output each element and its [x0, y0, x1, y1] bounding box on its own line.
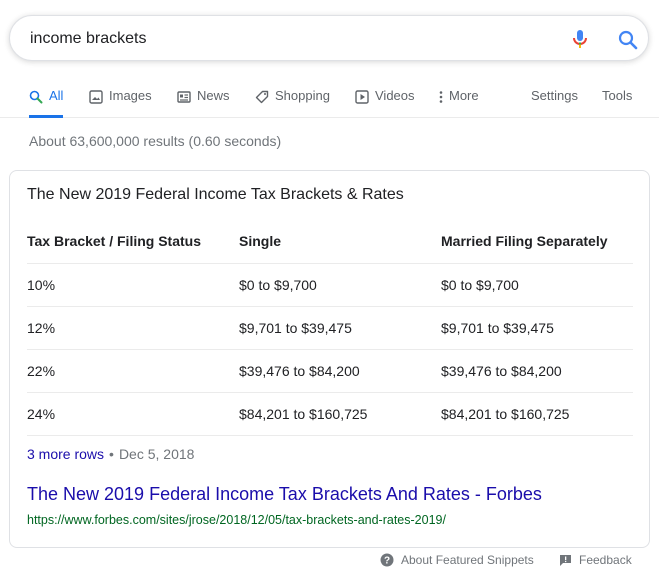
tab-label: More: [449, 88, 479, 103]
svg-text:?: ?: [384, 556, 390, 567]
table-cell: 12%: [27, 320, 56, 336]
tab-more[interactable]: More: [438, 80, 479, 118]
table-row: 24% $84,201 to $160,725 $84,201 to $160,…: [27, 393, 633, 436]
table-cell: 10%: [27, 277, 56, 293]
result-url[interactable]: https://www.forbes.com/sites/jrose/2018/…: [27, 513, 446, 527]
table-cell: 24%: [27, 406, 56, 422]
table-cell: $84,201 to $160,725: [239, 406, 368, 422]
more-rows-link[interactable]: 3 more rows: [27, 446, 104, 462]
table-cell: 22%: [27, 363, 56, 379]
table-cell: $9,701 to $39,475: [441, 320, 554, 336]
voice-search-button[interactable]: [568, 27, 592, 51]
search-tabs: All Images News Shopping Videos More Set…: [0, 80, 659, 118]
feedback-label: Feedback: [579, 553, 632, 567]
snippet-date: Dec 5, 2018: [118, 446, 195, 462]
tab-shopping[interactable]: Shopping: [255, 80, 330, 118]
search-icon: [618, 30, 638, 50]
search-icon: [29, 90, 43, 104]
play-icon: [355, 90, 369, 104]
table-header-row: Tax Bracket / Filing Status Single Marri…: [27, 219, 633, 264]
tab-videos[interactable]: Videos: [355, 80, 415, 118]
table-cell: $0 to $9,700: [441, 277, 519, 293]
table-cell: $9,701 to $39,475: [239, 320, 352, 336]
result-stats: About 63,600,000 results (0.60 seconds): [29, 133, 282, 149]
table-row: 10% $0 to $9,700 $0 to $9,700: [27, 264, 633, 307]
table-row: 22% $39,476 to $84,200 $39,476 to $84,20…: [27, 350, 633, 393]
featured-snippet-card: The New 2019 Federal Income Tax Brackets…: [9, 170, 650, 548]
tab-label: News: [197, 88, 230, 103]
feedback-link[interactable]: Feedback: [559, 550, 632, 570]
table-header-cell: Tax Bracket / Filing Status: [27, 233, 202, 249]
table-header-cell: Single: [239, 233, 282, 249]
tab-label: Videos: [375, 88, 415, 103]
tab-settings[interactable]: Settings: [531, 80, 578, 118]
table-cell: $84,201 to $160,725: [441, 406, 570, 422]
tab-label: Shopping: [275, 88, 330, 103]
image-icon: [89, 90, 103, 104]
table-row: 12% $9,701 to $39,475 $9,701 to $39,475: [27, 307, 633, 350]
table-cell: $39,476 to $84,200: [239, 363, 360, 379]
news-icon: [177, 91, 191, 103]
table-cell: $0 to $9,700: [239, 277, 317, 293]
separator-dot: •: [109, 446, 114, 462]
help-icon: ?: [380, 553, 394, 567]
tab-images[interactable]: Images: [89, 80, 152, 118]
tab-label: Settings: [531, 88, 578, 103]
about-featured-snippets-link[interactable]: ? About Featured Snippets: [380, 550, 534, 570]
feedback-icon: [560, 554, 571, 566]
about-featured-snippets-label: About Featured Snippets: [401, 553, 534, 567]
tab-label: All: [49, 88, 64, 103]
more-rows-line: 3 more rows • Dec 5, 2018: [27, 446, 194, 462]
tag-icon: [255, 90, 269, 104]
table-cell: $39,476 to $84,200: [441, 363, 562, 379]
tab-tools[interactable]: Tools: [602, 80, 632, 118]
snippet-title: The New 2019 Federal Income Tax Brackets…: [27, 186, 404, 203]
table-header-cell: Married Filing Separately: [441, 233, 608, 249]
search-button[interactable]: [616, 28, 640, 52]
search-input[interactable]: [30, 27, 550, 51]
tab-label: Tools: [602, 88, 633, 103]
more-vertical-icon: [439, 91, 443, 103]
tab-all[interactable]: All: [29, 80, 64, 118]
tab-label: Images: [109, 88, 152, 103]
tab-news[interactable]: News: [177, 80, 230, 118]
search-bar: [9, 15, 649, 61]
snippet-table: Tax Bracket / Filing Status Single Marri…: [27, 219, 633, 436]
result-title-link[interactable]: The New 2019 Federal Income Tax Brackets…: [27, 484, 542, 505]
microphone-icon: [573, 30, 587, 48]
